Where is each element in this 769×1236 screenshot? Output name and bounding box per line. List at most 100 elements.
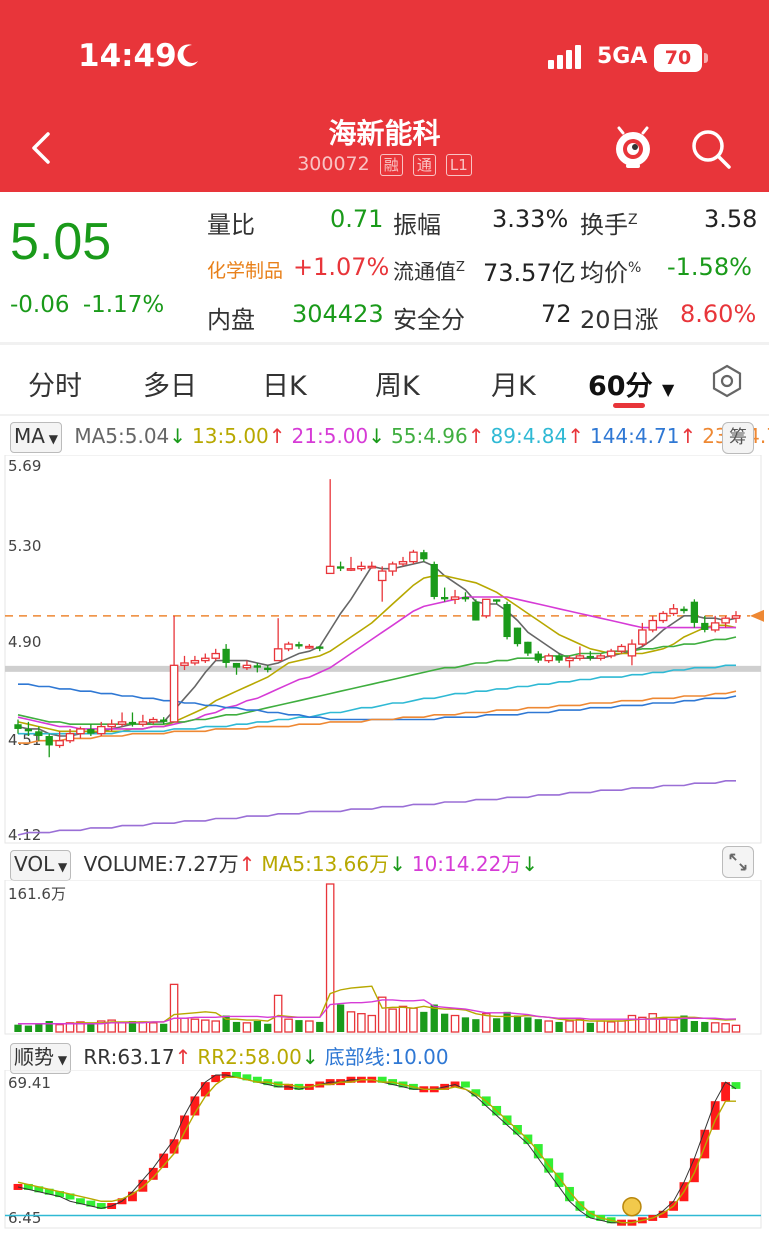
candle-body: [503, 604, 511, 638]
volume-bar: [190, 1018, 200, 1033]
trend-bar: [565, 1186, 574, 1202]
volume-bar: [253, 1021, 261, 1032]
candle-body: [658, 612, 668, 622]
inner-volume-value: 304423: [292, 300, 384, 328]
volume-bar: [596, 1020, 606, 1033]
trend-chart[interactable]: [0, 1070, 769, 1230]
trend-bar: [461, 1081, 470, 1088]
current-price-marker: [750, 609, 764, 622]
volume-bar: [555, 1021, 563, 1032]
volume-bar: [87, 1023, 95, 1032]
candle-body: [148, 718, 158, 723]
candle-body: [117, 721, 127, 725]
candle-body: [253, 665, 261, 668]
candle-body: [325, 565, 335, 575]
volume-bar: [169, 983, 179, 1033]
volume-bar: [461, 1017, 470, 1032]
vol-selector[interactable]: VOL ▼: [10, 850, 72, 881]
battery-level: 70: [654, 44, 702, 72]
sector-label[interactable]: 化学制品: [207, 256, 283, 283]
turnover-value: 3.58: [704, 205, 758, 233]
expand-icon[interactable]: [722, 846, 754, 878]
tab-intraday[interactable]: 分时: [28, 364, 82, 403]
ma-legend-item: 89:4.84: [490, 424, 568, 448]
app-header: 14:49 5GA 70 海新能科 300072 融 通 L1: [0, 0, 769, 192]
ma-legend-arrow: ↑: [567, 424, 584, 448]
ma-legend-arrow: ↑: [467, 424, 485, 448]
tab-60min[interactable]: 60分 ▼: [588, 364, 674, 403]
volume-bar: [305, 1020, 314, 1033]
volume-bar: [648, 1013, 658, 1033]
candle-body: [264, 667, 272, 671]
candle-body: [242, 664, 252, 669]
candle-body: [721, 617, 730, 624]
search-icon[interactable]: [688, 126, 734, 172]
candle-body: [731, 615, 741, 619]
candle-body: [232, 662, 241, 668]
volume-bar: [710, 1022, 720, 1033]
volume-chart[interactable]: [0, 880, 769, 1035]
candle-body: [440, 596, 449, 600]
candle-body: [555, 655, 563, 661]
volume-bar: [472, 1019, 480, 1032]
vol-legend-arrow: ↓: [521, 852, 539, 876]
volume-bar: [503, 1011, 511, 1032]
trend-legend-arrow: ↓: [301, 1045, 319, 1069]
volume-bar: [264, 1023, 272, 1032]
trend-bar: [13, 1183, 23, 1190]
trend-bar: [731, 1082, 741, 1089]
signal-icon: [548, 45, 581, 69]
candle-body: [596, 655, 606, 659]
candle-body: [87, 728, 95, 734]
settings-icon[interactable]: [710, 364, 744, 398]
volume-bar: [336, 1004, 345, 1032]
active-tab-indicator: [613, 403, 645, 408]
volume-bar: [346, 1011, 356, 1033]
candlestick-chart[interactable]: [0, 455, 769, 845]
bottom-signal-icon: [622, 1196, 642, 1217]
volume-bar: [627, 1014, 637, 1033]
ma-legend-item: 144:4.71: [589, 424, 680, 448]
trend-bar: [138, 1179, 148, 1192]
chips-button[interactable]: 筹: [722, 422, 754, 454]
candle-body: [544, 655, 553, 662]
tab-daily-k[interactable]: 日K: [262, 364, 307, 403]
status-time: 14:49: [78, 38, 177, 74]
trend-legend-item: RR2:58.00: [197, 1045, 302, 1069]
tab-monthly-k[interactable]: 月K: [491, 364, 536, 403]
twenty-day-label: 20日涨: [580, 306, 659, 334]
candle-body: [710, 622, 720, 631]
safety-score-label: 安全分: [393, 306, 465, 334]
volume-bar: [35, 1023, 43, 1032]
ma-line-21: [17, 596, 736, 730]
candle-body: [45, 736, 53, 746]
volume-bar: [440, 1013, 449, 1032]
candle-body: [65, 733, 75, 742]
mascot-icon[interactable]: [610, 124, 656, 170]
tab-weekly-k[interactable]: 周K: [375, 364, 420, 403]
candle-body: [55, 740, 64, 747]
candle-body: [24, 728, 33, 732]
volume-bar: [148, 1022, 158, 1033]
volume-bar: [180, 1017, 189, 1033]
sector-change: +1.07%: [293, 253, 390, 281]
volume-bar: [586, 1022, 594, 1032]
candle-body: [575, 655, 585, 659]
candle-body: [169, 664, 179, 723]
candle-body: [513, 627, 522, 645]
ma-legend-arrow: ↑: [679, 424, 697, 448]
candle-body: [160, 719, 168, 722]
candle-body: [180, 662, 189, 666]
inner-volume-label: 内盘: [207, 306, 255, 334]
avg-price-value: -1.58%: [667, 253, 752, 281]
support-line: [5, 665, 761, 672]
ma-selector[interactable]: MA ▼: [10, 422, 62, 453]
ma-line-long: [17, 779, 736, 836]
turnover-label: 换手Z: [580, 211, 638, 239]
avg-price-label: 均价%: [580, 259, 642, 287]
volume-bar: [201, 1019, 210, 1033]
tab-multi-day[interactable]: 多日: [143, 364, 197, 403]
current-price: 5.05: [10, 213, 112, 271]
vol-legend-arrow: ↓: [389, 852, 406, 876]
volume-bar: [524, 1017, 532, 1032]
